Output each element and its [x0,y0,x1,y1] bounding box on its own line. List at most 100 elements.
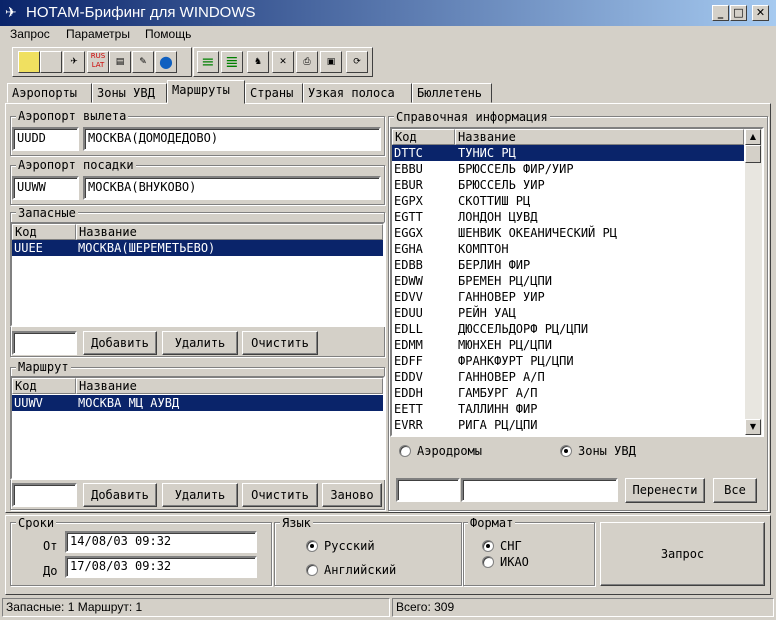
globe-icon[interactable]: ● [155,51,177,73]
route-clear-button[interactable]: Очистить [242,483,318,507]
list-item[interactable]: EBBU БРЮССЕЛЬ ФИР/УИР [392,161,744,177]
row-code: EDDV [394,370,423,384]
radio-icao[interactable] [482,556,494,568]
route-input[interactable] [12,483,77,507]
radio-zones-label[interactable]: Зоны УВД [578,444,636,458]
row-name: КОМПТОН [458,242,509,256]
rus-lat-icon[interactable]: RUS LAT [87,51,109,73]
reference-col-code[interactable]: Код [392,129,455,145]
row-code: EDMM [394,338,423,352]
list-item[interactable]: EDDH ГАМБУРГ А/П [392,385,744,401]
title-bar[interactable]: ✈ НОТАМ-Брифинг для WINDOWS _ □ ✕ [0,0,776,26]
request-button[interactable]: Запрос [600,522,765,586]
radio-icao-label[interactable]: ИКАО [500,555,529,569]
alternates-input[interactable] [12,331,77,355]
list-item[interactable]: EGPX СКОТТИШ РЦ [392,193,744,209]
radio-cis-label[interactable]: СНГ [500,539,522,553]
tab-3[interactable]: Страны [245,83,303,103]
chess-icon[interactable]: ♞ [247,51,269,73]
reference-scrollbar[interactable]: ▲ ▼ [745,129,762,435]
list-item[interactable]: EDMM МЮНХЕН РЦ/ЦПИ [392,337,744,353]
row-name: ТАЛЛИНН ФИР [458,402,538,416]
list-item[interactable]: EGHA КОМПТОН [392,241,744,257]
disk-icon[interactable]: ▣ [320,51,342,73]
row-code: EDVV [394,290,423,304]
route-add-button[interactable]: Добавить [83,483,157,507]
reference-name-input[interactable] [461,478,618,502]
list-item[interactable]: EGTT ЛОНДОН ЦУВД [392,209,744,225]
route-delete-button[interactable]: Удалить [162,483,238,507]
minimize-button[interactable]: _ [712,5,729,21]
list-item[interactable]: EVRR РИГА РЦ/ЦПИ [392,417,744,433]
list-item[interactable]: EDWW БРЕМЕН РЦ/ЦПИ [392,273,744,289]
tab-0[interactable]: Аэропорты [7,83,92,103]
notepad-icon[interactable]: ▤ [109,51,131,73]
list-item[interactable]: EDDV ГАННОВЕР А/П [392,369,744,385]
list-green-2-icon[interactable]: ≣ [221,51,243,73]
menu-request[interactable]: Запрос [10,27,50,41]
save-icon[interactable] [40,51,62,73]
row-name: ГАННОВЕР УИР [458,290,545,304]
alternates-delete-button[interactable]: Удалить [162,331,238,355]
reference-code-input[interactable] [396,478,460,502]
close-button[interactable]: ✕ [752,5,769,21]
list-item[interactable]: EBUR БРЮССЕЛЬ УИР [392,177,744,193]
list-item[interactable]: EDVV ГАННОВЕР УИР [392,289,744,305]
menu-parameters[interactable]: Параметры [66,27,130,41]
alternates-list[interactable]: Код Название UUEE МОСКВА(ШЕРЕМЕТЬЕВО) [10,222,385,327]
list-item[interactable]: EDUU РЕЙН УАЦ [392,305,744,321]
list-item[interactable]: EGGX ШЕНВИК ОКЕАНИЧЕСКИЙ РЦ [392,225,744,241]
alternates-add-button[interactable]: Добавить [83,331,157,355]
radio-english-label[interactable]: Английский [324,563,396,577]
radio-cis[interactable] [482,540,494,552]
list-item[interactable]: EDLL ДЮССЕЛЬДОРФ РЦ/ЦПИ [392,321,744,337]
radio-zones[interactable] [560,445,572,457]
list-green-icon[interactable]: ≡ [197,51,219,73]
delete-icon[interactable]: ✕ [272,51,294,73]
new-icon[interactable] [18,51,40,73]
row-code: EDBB [394,258,423,272]
plane-icon[interactable]: ✈ [63,51,85,73]
menu-help[interactable]: Помощь [145,27,191,41]
reference-list[interactable]: Код Название DTTC ТУНИС РЦ EBBU БРЮССЕЛЬ ФИ… [390,127,764,437]
alternates-col-code[interactable]: Код [12,224,76,240]
scroll-down-button[interactable]: ▼ [745,419,761,435]
arrival-code-field[interactable]: UUWW [12,176,79,200]
radio-english[interactable] [306,564,318,576]
list-item[interactable]: EDFF ФРАНКФУРТ РЦ/ЦПИ [392,353,744,369]
scroll-up-button[interactable]: ▲ [745,129,761,145]
departure-name-field[interactable]: МОСКВА(ДОМОДЕДОВО) [83,127,381,151]
list-item[interactable]: EDBB БЕРЛИН ФИР [392,257,744,273]
radio-russian-label[interactable]: Русский [324,539,375,553]
to-date-field[interactable]: 17/08/03 09:32 [65,556,257,578]
route-again-button[interactable]: Заново [322,483,382,507]
radio-airports-label[interactable]: Аэродромы [417,444,482,458]
alternates-clear-button[interactable]: Очистить [242,331,318,355]
edit-icon[interactable]: ✎ [132,51,154,73]
move-button[interactable]: Перенести [625,478,705,503]
window-title: НОТАМ-Брифинг для WINDOWS [26,4,256,21]
print-icon[interactable]: ⎙ [296,51,318,73]
route-list[interactable]: Код Название UUWV МОСКВА МЦ АУВД [10,376,385,480]
list-item[interactable]: UUEE МОСКВА(ШЕРЕМЕТЬЕВО) [12,240,383,256]
alternates-col-name[interactable]: Название [76,224,383,240]
radio-russian[interactable] [306,540,318,552]
arrival-name-field[interactable]: МОСКВА(ВНУКОВО) [83,176,381,200]
list-item[interactable]: EETT ТАЛЛИНН ФИР [392,401,744,417]
tab-4[interactable]: Узкая полоса [303,83,412,103]
tab-5[interactable]: Бюллетень [412,83,492,103]
departure-code-field[interactable]: UUDD [12,127,79,151]
reference-col-name[interactable]: Название [455,129,744,145]
maximize-button[interactable]: □ [730,5,747,21]
list-item[interactable]: UUWV МОСКВА МЦ АУВД [12,395,383,411]
radio-airports[interactable] [399,445,411,457]
all-button[interactable]: Все [713,478,757,503]
from-date-field[interactable]: 14/08/03 09:32 [65,531,257,553]
refresh-icon[interactable]: ⟳ [346,51,368,73]
route-col-name[interactable]: Название [76,378,383,394]
tab-1[interactable]: Зоны УВД [92,83,167,103]
tab-2[interactable]: Маршруты [167,80,245,104]
scroll-thumb[interactable] [745,145,761,163]
list-item[interactable]: DTTC ТУНИС РЦ [392,145,744,161]
route-col-code[interactable]: Код [12,378,76,394]
